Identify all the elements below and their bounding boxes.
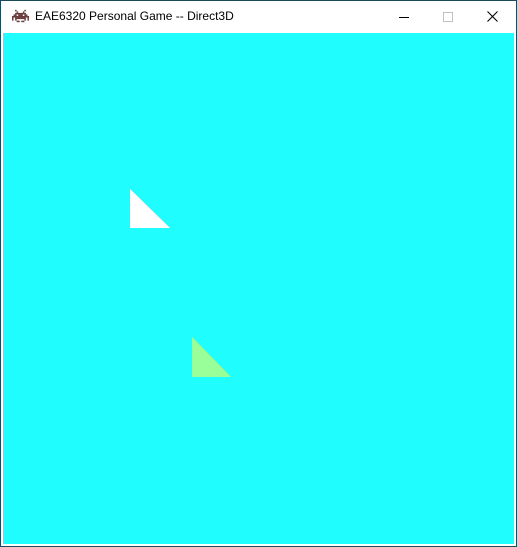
window-title: EAE6320 Personal Game -- Direct3D [35,9,234,23]
white-triangle [130,189,170,228]
maximize-button[interactable] [425,1,470,32]
green-triangle [192,337,231,377]
render-viewport[interactable] [3,33,514,544]
minimize-icon [398,16,409,18]
space-invader-icon [12,9,29,23]
close-button[interactable] [470,1,515,32]
game-window: EAE6320 Personal Game -- Direct3D [0,0,517,547]
title-bar[interactable]: EAE6320 Personal Game -- Direct3D [1,1,516,32]
close-icon [487,11,498,22]
minimize-button[interactable] [381,1,426,32]
scene-canvas [130,189,231,377]
maximize-icon [442,11,453,22]
